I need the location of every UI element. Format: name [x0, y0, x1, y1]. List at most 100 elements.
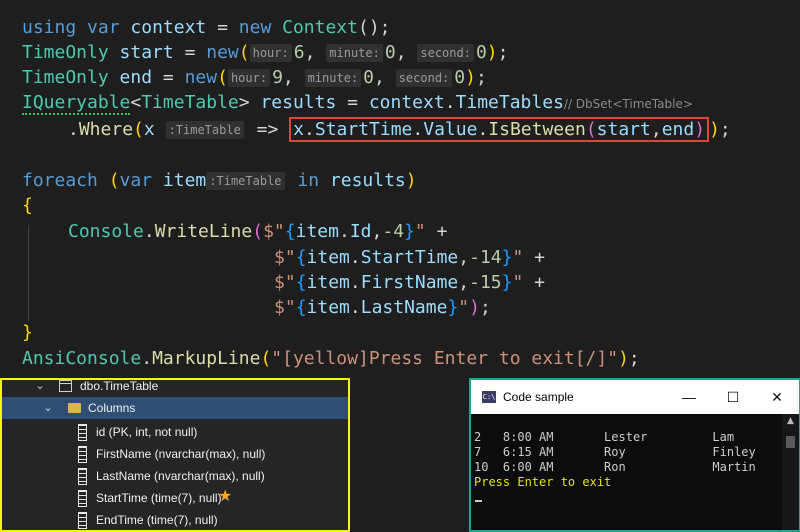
type-name: AnsiConsole: [22, 348, 142, 369]
tree-node-label: EndTime (time(7), null): [96, 513, 218, 527]
column-icon: [78, 424, 87, 441]
tree-node-label: Columns: [88, 401, 136, 415]
window-title: Code sample: [503, 390, 574, 404]
console-titlebar[interactable]: C:\ Code sample — ☐ ✕: [471, 380, 799, 414]
inlay-hint: minute:: [304, 69, 362, 87]
number: 0: [454, 67, 466, 88]
bracket: ): [465, 67, 476, 88]
punctuation: ,: [395, 42, 418, 63]
maximize-button[interactable]: ☐: [711, 380, 755, 414]
minimize-button[interactable]: —: [667, 380, 711, 414]
punctuation: .: [412, 119, 424, 140]
punctuation: .: [304, 119, 315, 140]
punctuation: .: [349, 297, 361, 318]
type-name: Context: [282, 17, 358, 38]
string: ": [414, 221, 426, 242]
type-hint-comment: // DbSet<TimeTable>: [563, 97, 693, 111]
bracket: ): [486, 42, 498, 63]
identifier: context: [130, 17, 207, 38]
identifier: end: [661, 119, 695, 140]
tree-node-column[interactable]: StartTime (time(7), null) ★: [2, 487, 348, 509]
method-name: WriteLine: [154, 221, 253, 242]
code-line-13: }: [22, 320, 33, 345]
table-icon: [59, 380, 72, 392]
method-name: IsBetween: [488, 119, 586, 140]
console-cursor: [475, 500, 482, 502]
method-name: MarkupLine: [152, 348, 261, 369]
keyword-new: new: [206, 42, 239, 63]
punctuation: .: [349, 247, 361, 268]
console-scrollbar[interactable]: ▲: [782, 414, 799, 530]
operator: =: [152, 67, 185, 88]
tree-node-table[interactable]: ⌄ dbo.TimeTable: [2, 379, 348, 397]
tree-node-label: dbo.TimeTable: [80, 379, 159, 393]
tree-node-column[interactable]: LastName (nvarchar(max), null): [2, 465, 348, 487]
identifier: x: [293, 119, 305, 140]
console-output-row: 10 6:00 AM Ron Martin: [474, 460, 756, 474]
code-line-5: .Where(x :TimeTable => x.StartTime.Value…: [68, 117, 731, 142]
code-line-12: $"{item.LastName}");: [274, 295, 491, 320]
code-line-2: TimeOnly start = new(hour: 6, minute: 0, s…: [22, 40, 508, 65]
punctuation: .: [141, 348, 153, 369]
bracket: {: [295, 247, 307, 268]
identifier: x: [143, 119, 155, 140]
identifier: item: [162, 170, 207, 191]
punctuation: ,: [458, 272, 470, 293]
number: -4: [382, 221, 405, 242]
string: ": [458, 297, 470, 318]
brace-open: {: [22, 195, 33, 216]
punctuation: .: [68, 119, 79, 140]
close-button[interactable]: ✕: [755, 380, 799, 414]
keyword-foreach: foreach: [22, 170, 98, 191]
tree-node-column[interactable]: id (PK, int, not null): [2, 421, 348, 443]
bracket: {: [295, 272, 307, 293]
code-line-4: IQueryable<TimeTable> results = context.…: [22, 90, 693, 115]
type-name: Console: [68, 221, 144, 242]
string: ": [512, 272, 524, 293]
bracket: }: [404, 221, 415, 242]
punctuation: ,: [374, 67, 396, 88]
string: $": [263, 221, 285, 242]
tree-node-column[interactable]: EndTime (time(7), null): [2, 509, 348, 530]
number: 6: [293, 42, 305, 63]
code-line-9: Console.WriteLine($"{item.Id,-4}" +: [68, 219, 447, 244]
bracket: (: [217, 67, 228, 88]
tree-node-column[interactable]: FirstName (nvarchar(max), null): [2, 443, 348, 465]
bracket: ): [469, 297, 480, 318]
inlay-hint: hour:: [227, 69, 271, 87]
bracket: }: [501, 272, 513, 293]
punctuation: .: [338, 221, 350, 242]
punctuation: ,: [282, 67, 305, 88]
code-line-10: $"{item.StartTime,-14}" +: [274, 245, 545, 270]
chevron-down-icon[interactable]: ⌄: [34, 380, 46, 397]
punctuation: >: [238, 92, 250, 113]
type-name: IQueryable: [22, 92, 131, 115]
bracket: (: [133, 119, 144, 140]
identifier: results: [260, 92, 337, 113]
identifier: end: [119, 67, 153, 88]
code-line-7: foreach (var item:TimeTable in results): [22, 168, 417, 193]
property: LastName: [360, 297, 448, 318]
code-editor[interactable]: using var context = new Context(); TimeO…: [0, 0, 800, 380]
code-line-3: TimeOnly end = new(hour: 9, minute: 0, sec…: [22, 65, 487, 90]
column-icon: [78, 512, 87, 529]
console-window[interactable]: C:\ Code sample — ☐ ✕ 2 8:00 AM Lester L…: [469, 378, 800, 532]
console-prompt: Press Enter to exit: [474, 475, 612, 489]
identifier: context: [368, 92, 445, 113]
scrollbar-thumb[interactable]: [786, 436, 795, 448]
inlay-hint: minute:: [326, 44, 383, 62]
highlighted-expression: x.StartTime.Value.IsBetween(start,end): [289, 117, 710, 142]
console-app-icon: C:\: [482, 391, 496, 403]
identifier: item: [306, 272, 350, 293]
punctuation: .: [349, 272, 361, 293]
identifier: item: [306, 297, 350, 318]
keyword-in: in: [297, 170, 320, 191]
scroll-up-icon[interactable]: ▲: [782, 416, 799, 426]
chevron-down-icon[interactable]: ⌄: [42, 397, 54, 419]
punctuation: ,: [650, 119, 662, 140]
tree-node-columns[interactable]: ⌄ Columns: [2, 397, 348, 419]
console-output-row: 7 6:15 AM Roy Finley: [474, 445, 756, 459]
bracket: (: [238, 42, 250, 63]
folder-icon: [68, 403, 81, 413]
column-icon: [78, 446, 87, 463]
